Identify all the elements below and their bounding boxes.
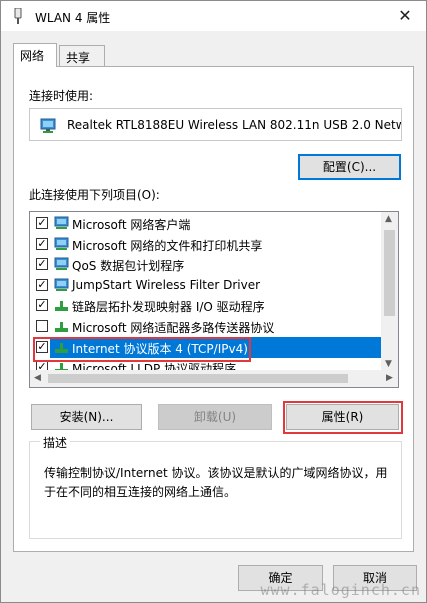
checkmark-icon: ✓: [37, 298, 47, 312]
scroll-down-icon[interactable]: ▼: [385, 359, 392, 369]
list-item[interactable]: ✓ Internet 协议版本 4 (TCP/IPv4): [30, 336, 382, 358]
configure-button[interactable]: 配置(C)...: [298, 154, 401, 180]
list-item-label: 链路层拓扑发现映射器 I/O 驱动程序: [72, 300, 265, 315]
item-checkbox[interactable]: ✓: [36, 236, 48, 250]
item-checkbox[interactable]: ✓: [36, 257, 48, 271]
title-bar[interactable]: WLAN 4 属性 ✕: [1, 1, 426, 31]
watermark-text: www.faloginch.cn: [260, 581, 421, 599]
network-adapter-icon: [40, 118, 56, 133]
description-text: 传输控制协议/Internet 协议。该协议是默认的广域网络协议，用于在不同的相…: [44, 466, 388, 499]
list-item[interactable]: ✓ 链路层拓扑发现映射器 I/O 驱动程序: [30, 295, 382, 316]
list-item[interactable]: ✓ QoS 数据包计划程序: [30, 254, 382, 275]
protocol-icon: [55, 301, 68, 312]
list-item[interactable]: ✓ JumpStart Wireless Filter Driver: [30, 275, 382, 296]
properties-button[interactable]: 属性(R): [286, 404, 399, 430]
list-item-label: QoS 数据包计划程序: [72, 259, 185, 274]
checkmark-icon: ✓: [37, 339, 47, 353]
tab-sharing-label: 共享: [66, 51, 91, 65]
checkmark-icon: ✓: [37, 277, 47, 291]
horizontal-scrollbar[interactable]: ◀ ▶: [30, 370, 398, 387]
uninstall-button[interactable]: 卸载(U): [158, 404, 272, 430]
components-list[interactable]: ✓ Microsoft 网络客户端 ✓ Microsoft 网络的文件和打印机共享 ✓ Q…: [29, 211, 399, 388]
list-item-label: Microsoft 网络的文件和打印机共享: [72, 238, 263, 253]
item-checkbox[interactable]: ✓: [36, 217, 48, 229]
adapter-field: Realtek RTL8188EU Wireless LAN 802.11n U…: [29, 108, 402, 141]
list-item[interactable]: ✓ Microsoft 网络的文件和打印机共享: [30, 234, 382, 255]
item-checkbox[interactable]: ✓: [36, 339, 48, 353]
install-button[interactable]: 安装(N)...: [31, 404, 142, 430]
protocol-icon: [55, 322, 68, 332]
list-item-label: Microsoft 网络适配器多路传送器协议: [72, 321, 275, 335]
horizontal-scroll-thumb[interactable]: [48, 374, 348, 383]
description-title: 描述: [40, 434, 71, 451]
network-monitor-icon: [54, 237, 69, 250]
tab-sharing[interactable]: 共享: [59, 45, 105, 67]
close-icon: ✕: [398, 6, 412, 25]
checkmark-icon: ✓: [37, 236, 47, 250]
window-title: WLAN 4 属性: [35, 11, 111, 25]
list-item[interactable]: Microsoft 网络适配器多路传送器协议: [30, 316, 382, 337]
checkmark-icon: ✓: [37, 257, 47, 271]
connect-using-label: 连接时使用:: [29, 89, 94, 103]
item-checkbox[interactable]: ✓: [36, 298, 48, 312]
scroll-right-icon[interactable]: ▶: [386, 373, 393, 383]
list-item-label: Internet 协议版本 4 (TCP/IPv4): [72, 341, 248, 356]
scroll-left-icon[interactable]: ◀: [34, 373, 41, 383]
network-monitor-icon: [54, 257, 69, 271]
list-item-label: JumpStart Wireless Filter Driver: [72, 277, 261, 292]
description-group: 描述 传输控制协议/Internet 协议。该协议是默认的广域网络协议，用于在不…: [29, 434, 402, 539]
tab-network-label: 网络: [20, 49, 45, 63]
protocol-icon: [55, 342, 68, 353]
wifi-adapter-icon: [14, 8, 22, 24]
scroll-up-icon[interactable]: ▲: [385, 214, 392, 224]
network-monitor-icon: [54, 216, 69, 229]
item-checkbox[interactable]: [36, 320, 48, 332]
properties-dialog: WLAN 4 属性 ✕ 网络 共享 连接时使用: Realtek RTL8188…: [0, 0, 427, 603]
close-button[interactable]: ✕: [390, 4, 420, 28]
checkmark-icon: ✓: [37, 216, 47, 229]
vertical-scrollbar[interactable]: ▲ ▼: [381, 212, 398, 372]
item-checkbox[interactable]: ✓: [36, 277, 48, 291]
items-label: 此连接使用下列项目(O):: [29, 188, 160, 202]
list-item-label: Microsoft 网络客户端: [72, 218, 191, 232]
network-tab-panel: 连接时使用: Realtek RTL8188EU Wireless LAN 80…: [13, 66, 414, 552]
network-monitor-icon: [54, 278, 69, 291]
adapter-name: Realtek RTL8188EU Wireless LAN 802.11n U…: [67, 118, 401, 132]
vertical-scroll-thumb[interactable]: [384, 230, 395, 316]
list-item[interactable]: ✓ Microsoft 网络客户端: [30, 213, 382, 234]
tab-network[interactable]: 网络: [13, 43, 57, 67]
